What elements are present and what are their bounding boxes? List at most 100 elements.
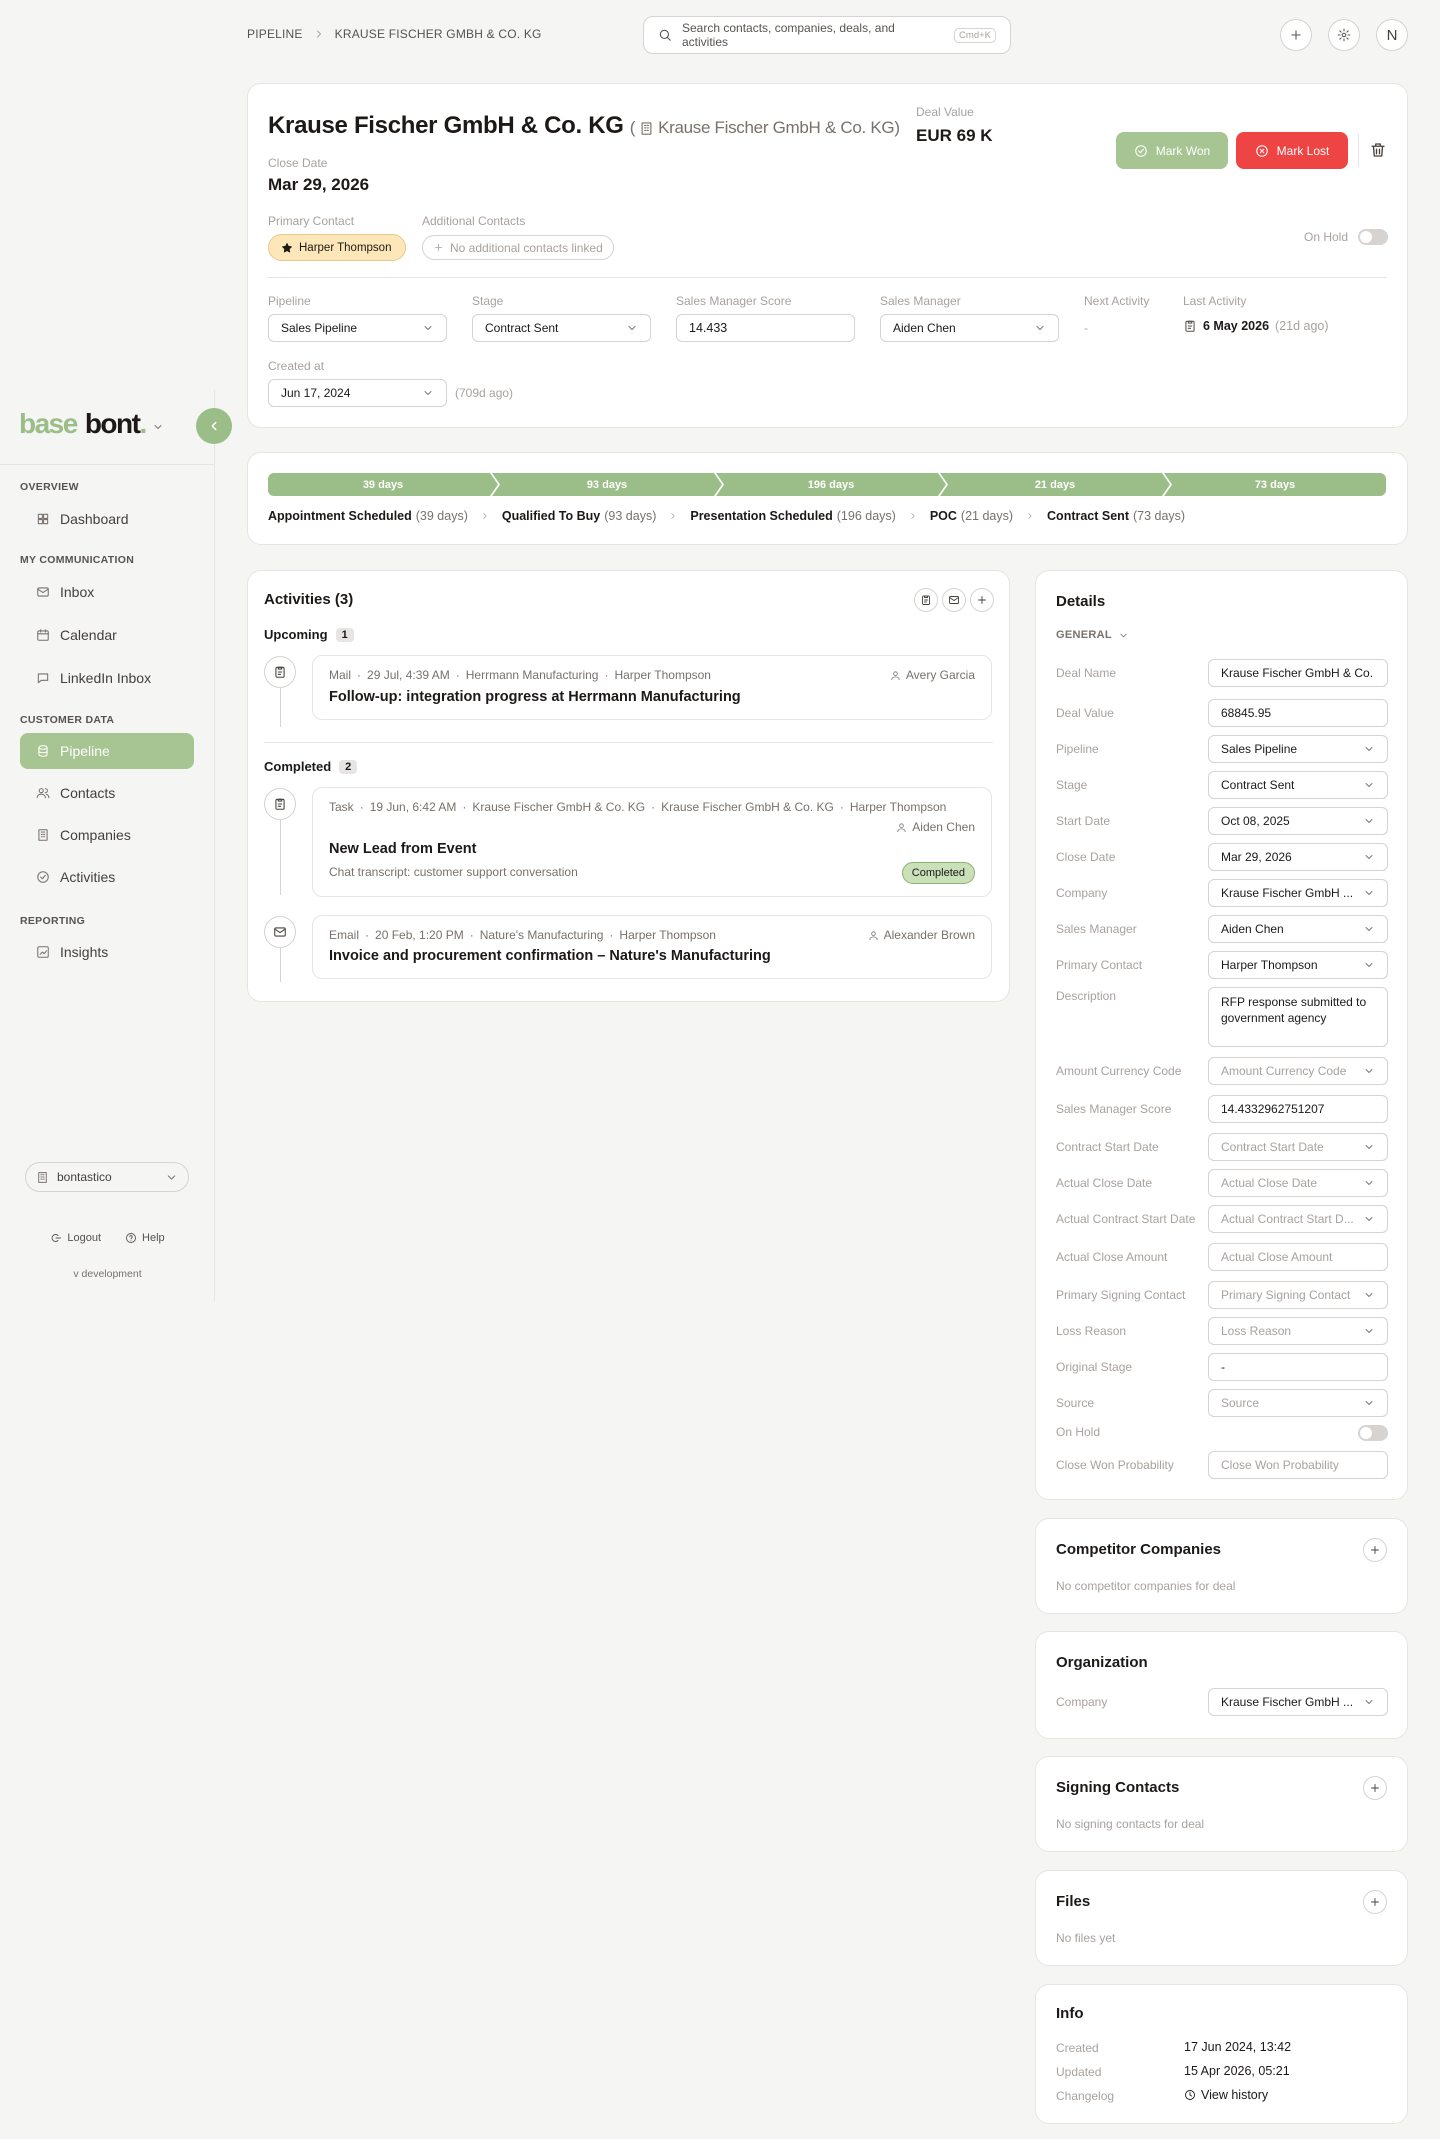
global-search[interactable]: Search contacts, companies, deals, and a… <box>643 16 1011 54</box>
mark-won-button[interactable]: Mark Won <box>1116 132 1228 169</box>
add-signing-contact-button[interactable] <box>1363 1776 1387 1800</box>
detail-select-primary-signing-contact[interactable]: Primary Signing Contact <box>1208 1281 1388 1309</box>
stage-segment[interactable]: 93 days <box>492 473 722 496</box>
stage-segment[interactable]: 21 days <box>940 473 1170 496</box>
activity-ref[interactable]: Harper Thompson <box>619 928 716 942</box>
view-history-link[interactable]: View history <box>1184 2088 1268 2102</box>
detail-textarea-description[interactable]: RFP response submitted to government age… <box>1208 987 1388 1047</box>
mark-won-label: Mark Won <box>1155 143 1211 158</box>
plus-icon <box>1369 1896 1381 1908</box>
created-date-select[interactable]: Jun 17, 2024 <box>268 379 447 407</box>
activity-ref[interactable]: Nature's Manufacturing <box>480 928 604 942</box>
breadcrumb-root[interactable]: PIPELINE <box>247 27 303 41</box>
detail-select-contract-start-date[interactable]: Contract Start Date <box>1208 1133 1388 1161</box>
detail-select-loss-reason[interactable]: Loss Reason <box>1208 1317 1388 1345</box>
detail-select-pipeline[interactable]: Sales Pipeline <box>1208 735 1388 763</box>
send-email-button[interactable] <box>942 588 966 612</box>
detail-input-actual-close-amount[interactable]: Actual Close Amount <box>1208 1243 1388 1271</box>
user-avatar[interactable]: N <box>1376 19 1408 51</box>
add-file-button[interactable] <box>1363 1890 1387 1914</box>
stage-label-item: Contract Sent (73 days) <box>1047 509 1185 523</box>
detail-select-primary-contact[interactable]: Harper Thompson <box>1208 951 1388 979</box>
deal-company-link[interactable]: ( Krause Fischer GmbH & Co. KG) <box>630 118 900 138</box>
detail-select-actual-close-date[interactable]: Actual Close Date <box>1208 1169 1388 1197</box>
sidebar-item-label: Insights <box>60 944 109 960</box>
help-button[interactable]: Help <box>125 1232 165 1244</box>
detail-input-sales-manager-score[interactable]: 14.4332962751207 <box>1208 1095 1388 1123</box>
activity-item[interactable]: Email · 20 Feb, 1:20 PM · Nature's Manufactu… <box>312 915 992 979</box>
collapse-sidebar-button[interactable] <box>196 408 232 444</box>
detail-select-close-date[interactable]: Mar 29, 2026 <box>1208 843 1388 871</box>
primary-contact-chip[interactable]: Harper Thompson <box>268 234 407 261</box>
activity-ref[interactable]: Harper Thompson <box>850 800 947 814</box>
score-input[interactable]: 14.433 <box>676 314 855 342</box>
sidebar-item-companies[interactable]: Companies <box>20 817 194 853</box>
sidebar-footer: Logout Help <box>0 1232 215 1244</box>
detail-input-deal-value[interactable]: 68845.95 <box>1208 699 1388 727</box>
add-competitor-button[interactable] <box>1363 1538 1387 1562</box>
organization-company-select[interactable]: Krause Fischer GmbH ... <box>1208 1688 1388 1716</box>
activity-item[interactable]: Mail · 29 Jul, 4:39 AM · Herrmann Manufactur… <box>312 655 992 720</box>
detail-select-sales-manager[interactable]: Aiden Chen <box>1208 915 1388 943</box>
manager-select[interactable]: Aiden Chen <box>880 314 1059 342</box>
detail-toggle-on-hold[interactable] <box>1358 1425 1388 1441</box>
activities-title: Activities (3) <box>264 591 354 608</box>
sidebar-item-pipeline[interactable]: Pipeline <box>20 733 194 769</box>
sidebar-item-inbox[interactable]: Inbox <box>20 574 194 610</box>
log-task-button[interactable] <box>914 588 938 612</box>
primary-contact-name: Harper Thompson <box>299 241 392 254</box>
activity-owner-name: Alexander Brown <box>883 928 975 942</box>
activity-item[interactable]: Task · 19 Jun, 6:42 AM · Krause Fischer GmbH… <box>312 787 992 897</box>
stage-segment[interactable]: 73 days <box>1164 473 1386 496</box>
pipeline-select[interactable]: Sales Pipeline <box>268 314 447 342</box>
detail-select-start-date[interactable]: Oct 08, 2025 <box>1208 807 1388 835</box>
on-hold-toggle[interactable] <box>1358 229 1389 245</box>
stage-name: POC <box>929 509 957 523</box>
stage-segment[interactable]: 39 days <box>268 473 498 496</box>
detail-select-stage[interactable]: Contract Sent <box>1208 771 1388 799</box>
trash-icon[interactable] <box>1369 141 1387 159</box>
stage-segment[interactable]: 196 days <box>716 473 946 496</box>
detail-select-amount-currency-code[interactable]: Amount Currency Code <box>1208 1057 1388 1085</box>
stage-select[interactable]: Contract Sent <box>472 314 651 342</box>
stage-days: (196 days) <box>836 509 896 523</box>
gear-icon <box>1337 28 1351 42</box>
detail-input-original-stage[interactable]: - <box>1208 1353 1388 1381</box>
detail-value: Actual Contract Start D... <box>1221 1212 1354 1226</box>
detail-input-deal-name[interactable]: Krause Fischer GmbH & Co. <box>1208 659 1388 687</box>
sidebar-item-linkedin-inbox[interactable]: LinkedIn Inbox <box>20 660 194 696</box>
mail-icon <box>273 925 287 939</box>
files-title: Files <box>1056 1893 1091 1910</box>
search-input[interactable]: Search contacts, companies, deals, and a… <box>682 21 942 49</box>
mark-lost-button[interactable]: Mark Lost <box>1236 132 1348 169</box>
detail-input-close-won-probability[interactable]: Close Won Probability <box>1208 1451 1388 1479</box>
activity-ref[interactable]: Harper Thompson <box>614 668 711 682</box>
logout-button[interactable]: Logout <box>50 1232 101 1244</box>
sidebar-item-calendar[interactable]: Calendar <box>20 617 194 653</box>
activities-card: Activities (3) Upcoming 1 Mail · 29 Jul, 4… <box>247 570 1010 1002</box>
sidebar-item-contacts[interactable]: Contacts <box>20 775 194 811</box>
dashboard-icon <box>36 512 50 526</box>
detail-select-source[interactable]: Source <box>1208 1389 1388 1417</box>
stage-name: Qualified To Buy <box>501 509 601 523</box>
add-additional-contact-button[interactable]: No additional contacts linked <box>422 235 614 260</box>
sidebar-item-dashboard[interactable]: Dashboard <box>20 501 194 537</box>
detail-select-actual-contract-start-date[interactable]: Actual Contract Start D... <box>1208 1205 1388 1233</box>
activity-ref[interactable]: Krause Fischer GmbH & Co. KG <box>472 800 645 814</box>
breadcrumb: PIPELINE KRAUSE FISCHER GMBH & CO. KG <box>247 27 542 41</box>
general-section-toggle[interactable]: GENERAL <box>1056 629 1129 641</box>
check-circle-icon <box>1134 144 1148 158</box>
add-activity-button[interactable] <box>970 588 994 612</box>
detail-select-company[interactable]: Krause Fischer GmbH ... <box>1208 879 1388 907</box>
activity-ref[interactable]: Krause Fischer GmbH & Co. KG <box>661 800 834 814</box>
detail-label-stage: Stage <box>1056 778 1088 792</box>
sidebar-item-activities[interactable]: Activities <box>20 859 194 895</box>
settings-button[interactable] <box>1328 19 1360 51</box>
workspace-select[interactable]: bontastico <box>25 1162 189 1192</box>
create-button[interactable] <box>1280 19 1312 51</box>
sidebar-item-insights[interactable]: Insights <box>20 934 194 970</box>
activity-ref[interactable]: Herrmann Manufacturing <box>466 668 599 682</box>
activity-type: Mail <box>329 668 352 682</box>
logo[interactable]: base bont. <box>19 408 164 440</box>
upcoming-group-header: Upcoming 1 <box>264 627 354 642</box>
